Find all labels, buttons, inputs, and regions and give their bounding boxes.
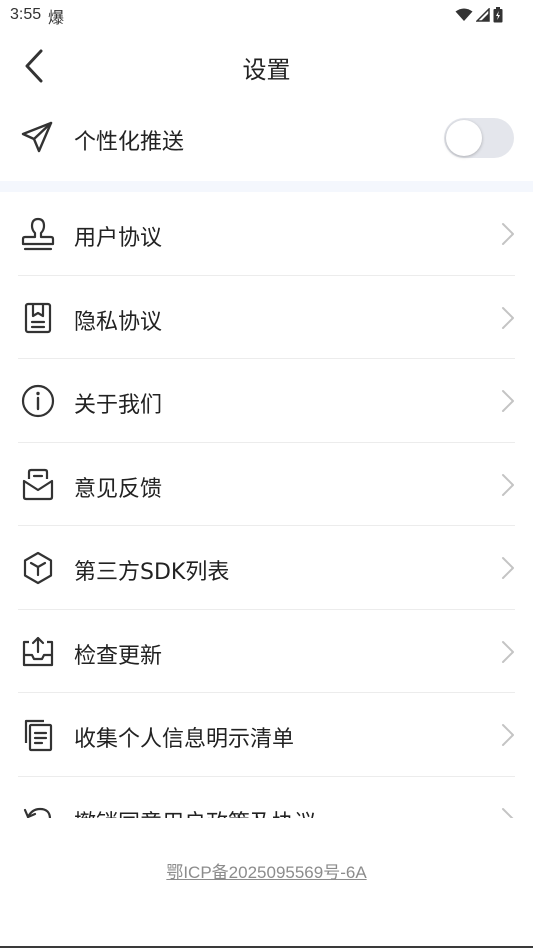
status-icons xyxy=(455,6,503,24)
chevron-right-icon xyxy=(502,306,514,329)
menu-item-label: 第三方SDK列表 xyxy=(74,560,230,585)
info-icon xyxy=(21,384,55,418)
header: 设置 xyxy=(0,38,533,94)
chevron-right-icon xyxy=(502,223,514,245)
section-divider xyxy=(0,181,533,192)
icp-license-link[interactable]: 鄂ICP备2025095569号-6A xyxy=(0,858,533,883)
page-title: 设置 xyxy=(242,56,291,84)
personalized-push-toggle[interactable] xyxy=(444,118,514,158)
personalized-push-label: 个性化推送 xyxy=(74,130,185,155)
menu-item-user-agreement[interactable]: 用户协议 xyxy=(0,192,533,276)
menu-item-label: 收集个人信息明示清单 xyxy=(74,727,295,752)
menu-item-label: 用户协议 xyxy=(74,226,163,251)
upload-tray-icon xyxy=(22,636,54,666)
menu-item-feedback[interactable]: 意见反馈 xyxy=(0,443,533,526)
menu-item-revoke-consent[interactable]: 撤销同意用户政策及协议 xyxy=(0,777,533,819)
menu-item-third-party-sdk[interactable]: 第三方SDK列表 xyxy=(0,526,533,610)
files-icon xyxy=(24,719,53,752)
chevron-right-icon xyxy=(502,807,514,818)
undo-icon xyxy=(23,807,52,818)
battery-icon xyxy=(493,7,503,23)
menu-item-label: 检查更新 xyxy=(74,643,163,669)
status-app-notification-icon: 爆 xyxy=(48,8,65,27)
menu-item-about-us[interactable]: 关于我们 xyxy=(0,359,533,443)
chevron-right-icon xyxy=(502,557,514,579)
cube-icon xyxy=(23,551,53,585)
settings-menu-list: 用户协议 隐私协议 关于我们 意见反馈 第三方SDK列表 检查更新 收集个人信息… xyxy=(0,192,533,818)
chevron-right-icon xyxy=(502,390,514,412)
signal-icon xyxy=(476,8,490,22)
wifi-icon xyxy=(455,8,473,21)
menu-item-label: 关于我们 xyxy=(74,393,163,418)
feedback-icon xyxy=(22,468,54,500)
menu-item-check-update[interactable]: 检查更新 xyxy=(0,610,533,693)
toggle-knob xyxy=(446,120,482,156)
menu-item-label: 意见反馈 xyxy=(74,476,163,502)
personalized-push-row: 个性化推送 xyxy=(0,100,533,178)
menu-item-privacy-agreement[interactable]: 隐私协议 xyxy=(0,276,533,359)
menu-item-label: 隐私协议 xyxy=(74,309,163,335)
status-bar: 3:55 爆 xyxy=(0,0,533,30)
stamp-icon xyxy=(21,217,55,251)
menu-item-personal-info-list[interactable]: 收集个人信息明示清单 xyxy=(0,693,533,777)
status-time: 3:55 xyxy=(10,6,42,23)
chevron-right-icon xyxy=(502,473,514,496)
menu-item-label: 撤销同意用户政策及协议 xyxy=(74,805,316,819)
chevron-right-icon xyxy=(502,640,514,663)
document-icon xyxy=(24,302,52,333)
paper-plane-icon xyxy=(21,121,53,153)
chevron-right-icon xyxy=(502,724,514,746)
